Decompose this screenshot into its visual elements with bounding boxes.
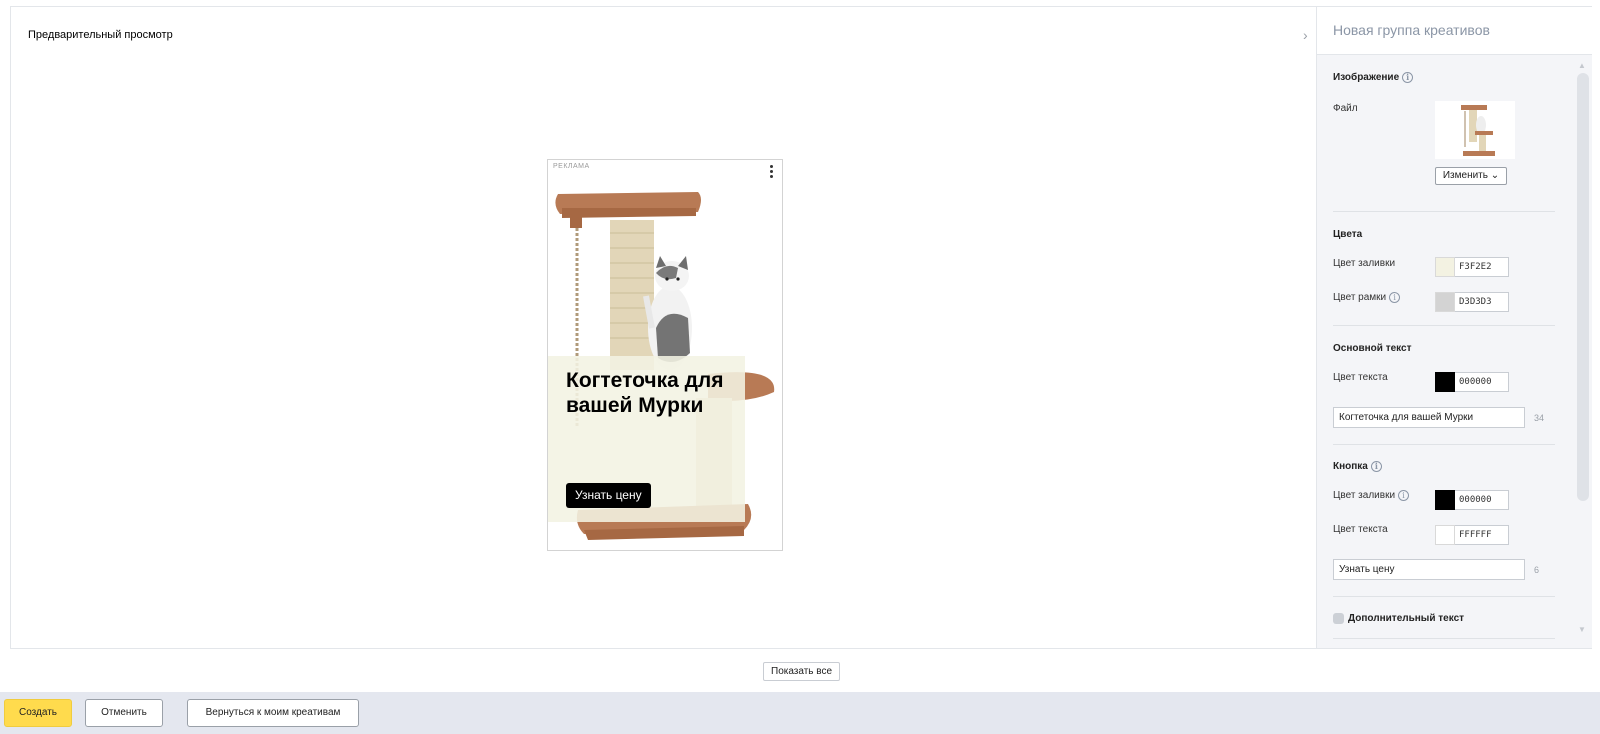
button-section-title: Кнопка i <box>1333 461 1382 472</box>
main-text-counter: 34 <box>1534 413 1545 423</box>
cancel-button[interactable]: Отменить <box>85 699 163 727</box>
thumbnail-image <box>1461 105 1495 156</box>
scrollbar[interactable]: ▲ ▼ <box>1575 59 1589 644</box>
border-color-input[interactable]: D3D3D3 <box>1455 292 1509 312</box>
info-icon[interactable]: i <box>1398 490 1410 501</box>
file-label: Файл <box>1333 103 1358 114</box>
main-text-input[interactable]: Когтеточка для вашей Мурки <box>1333 407 1525 428</box>
image-section-label: Изображение <box>1333 72 1400 84</box>
ad-headline: Когтеточка для вашей Мурки <box>566 369 724 417</box>
create-button[interactable]: Создать <box>4 699 72 727</box>
border-color-swatch[interactable] <box>1435 292 1455 312</box>
workspace: Предварительный просмотр › РЕКЛАМА Когте… <box>10 6 1592 649</box>
image-thumbnail[interactable] <box>1435 101 1515 159</box>
footer-bar: Создать Отменить Вернуться к моим креати… <box>0 692 1600 734</box>
main-text-color-input[interactable]: 000000 <box>1455 372 1509 392</box>
fill-color-swatch[interactable] <box>1435 257 1455 277</box>
button-fill-picker[interactable]: 000000 <box>1435 490 1509 510</box>
ad-label: РЕКЛАМА <box>553 163 590 170</box>
divider <box>1333 211 1555 212</box>
border-color-picker[interactable]: D3D3D3 <box>1435 292 1509 312</box>
info-icon[interactable]: i <box>1370 461 1382 472</box>
ad-cta-button[interactable]: Узнать цену <box>566 483 651 508</box>
back-to-creatives-button[interactable]: Вернуться к моим креативам <box>187 699 359 727</box>
chevron-right-icon[interactable]: › <box>1303 27 1308 43</box>
button-fill-input[interactable]: 000000 <box>1455 490 1509 510</box>
button-text-color-swatch[interactable] <box>1435 525 1455 545</box>
main-text-color-label: Цвет текста <box>1333 372 1388 383</box>
colors-section-title: Цвета <box>1333 229 1363 240</box>
button-text-color-picker[interactable]: FFFFFF <box>1435 525 1509 545</box>
border-color-label-text: Цвет рамки <box>1333 292 1387 304</box>
info-icon[interactable]: i <box>1389 292 1401 303</box>
divider <box>1333 444 1555 445</box>
main-text-color-swatch[interactable] <box>1435 372 1455 392</box>
button-text-input[interactable]: Узнать цену <box>1333 559 1525 580</box>
info-icon[interactable]: i <box>1402 72 1414 83</box>
divider <box>1333 325 1555 326</box>
change-image-button[interactable]: Изменить ⌄ <box>1435 167 1507 185</box>
ad-text-overlay: Когтеточка для вашей Мурки Узнать цену <box>548 356 745 522</box>
divider <box>1333 596 1555 597</box>
border-color-label: Цвет рамки i <box>1333 292 1401 304</box>
ad-preview-card: РЕКЛАМА Когтеточка для вашей Мурки Узнат… <box>547 159 783 551</box>
extra-text-label: Дополнительный текст <box>1348 613 1465 625</box>
fill-color-picker[interactable]: F3F2E2 <box>1435 257 1509 277</box>
extra-text-toggle[interactable]: Дополнительный текст <box>1333 613 1464 624</box>
preview-pane: Предварительный просмотр › РЕКЛАМА Когте… <box>11 7 1316 648</box>
main-text-color-picker[interactable]: 000000 <box>1435 372 1509 392</box>
image-section-title: Изображение i <box>1333 72 1414 84</box>
side-panel: Новая группа креативов ▲ ▼ Изображение i … <box>1316 7 1592 648</box>
divider <box>1333 638 1555 639</box>
extra-text-checkbox[interactable] <box>1333 613 1344 624</box>
button-fill-label-text: Цвет заливки <box>1333 490 1396 502</box>
fill-color-input[interactable]: F3F2E2 <box>1455 257 1509 277</box>
button-fill-swatch[interactable] <box>1435 490 1455 510</box>
scroll-thumb[interactable] <box>1577 73 1589 501</box>
main-text-section-title: Основной текст <box>1333 343 1412 354</box>
change-image-label: Изменить <box>1442 170 1488 181</box>
fill-color-label: Цвет заливки <box>1333 258 1396 269</box>
button-text-color-input[interactable]: FFFFFF <box>1455 525 1509 545</box>
button-text-color-label: Цвет текста <box>1333 524 1388 535</box>
panel-title: Новая группа креативов <box>1317 7 1592 55</box>
more-vertical-icon[interactable] <box>770 165 774 178</box>
button-section-label: Кнопка <box>1333 461 1368 473</box>
button-text-counter: 6 <box>1534 565 1540 575</box>
preview-title: Предварительный просмотр <box>28 29 173 41</box>
button-fill-label: Цвет заливки i <box>1333 490 1410 502</box>
chevron-down-icon: ⌄ <box>1490 170 1500 181</box>
scroll-up-icon[interactable]: ▲ <box>1578 61 1586 70</box>
scroll-down-icon[interactable]: ▼ <box>1578 625 1586 634</box>
show-all-button[interactable]: Показать все <box>763 662 841 681</box>
